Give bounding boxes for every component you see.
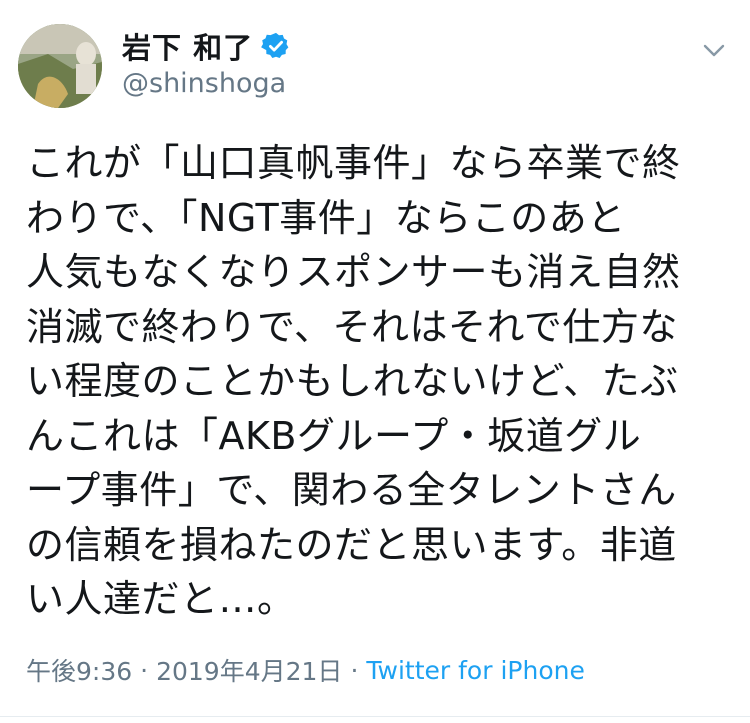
divider bbox=[0, 716, 750, 717]
avatar[interactable] bbox=[18, 24, 102, 108]
meta-separator: · bbox=[350, 655, 359, 685]
tweet-header: 岩下 和了 @shinshoga bbox=[122, 28, 690, 99]
name-row: 岩下 和了 bbox=[122, 25, 690, 67]
display-name[interactable]: 岩下 和了 bbox=[122, 25, 253, 67]
tweet-meta: 午後9:36 · 2019年4月21日 · Twitter for iPhone bbox=[26, 652, 585, 688]
user-handle[interactable]: @shinshoga bbox=[122, 68, 690, 99]
verified-badge-icon bbox=[261, 31, 291, 61]
meta-separator: · bbox=[140, 655, 149, 685]
avatar-photo bbox=[18, 24, 102, 108]
tweet-text: これが「山口真帆事件」なら卒業で終 わりで、「NGT事件」ならこのあと 人気もな… bbox=[26, 141, 681, 621]
tweet-source-link[interactable]: Twitter for iPhone bbox=[366, 656, 584, 685]
tweet-time[interactable]: 午後9:36 bbox=[26, 652, 132, 688]
chevron-down-icon[interactable] bbox=[700, 36, 728, 64]
tweet-date[interactable]: 2019年4月21日 bbox=[156, 652, 342, 688]
